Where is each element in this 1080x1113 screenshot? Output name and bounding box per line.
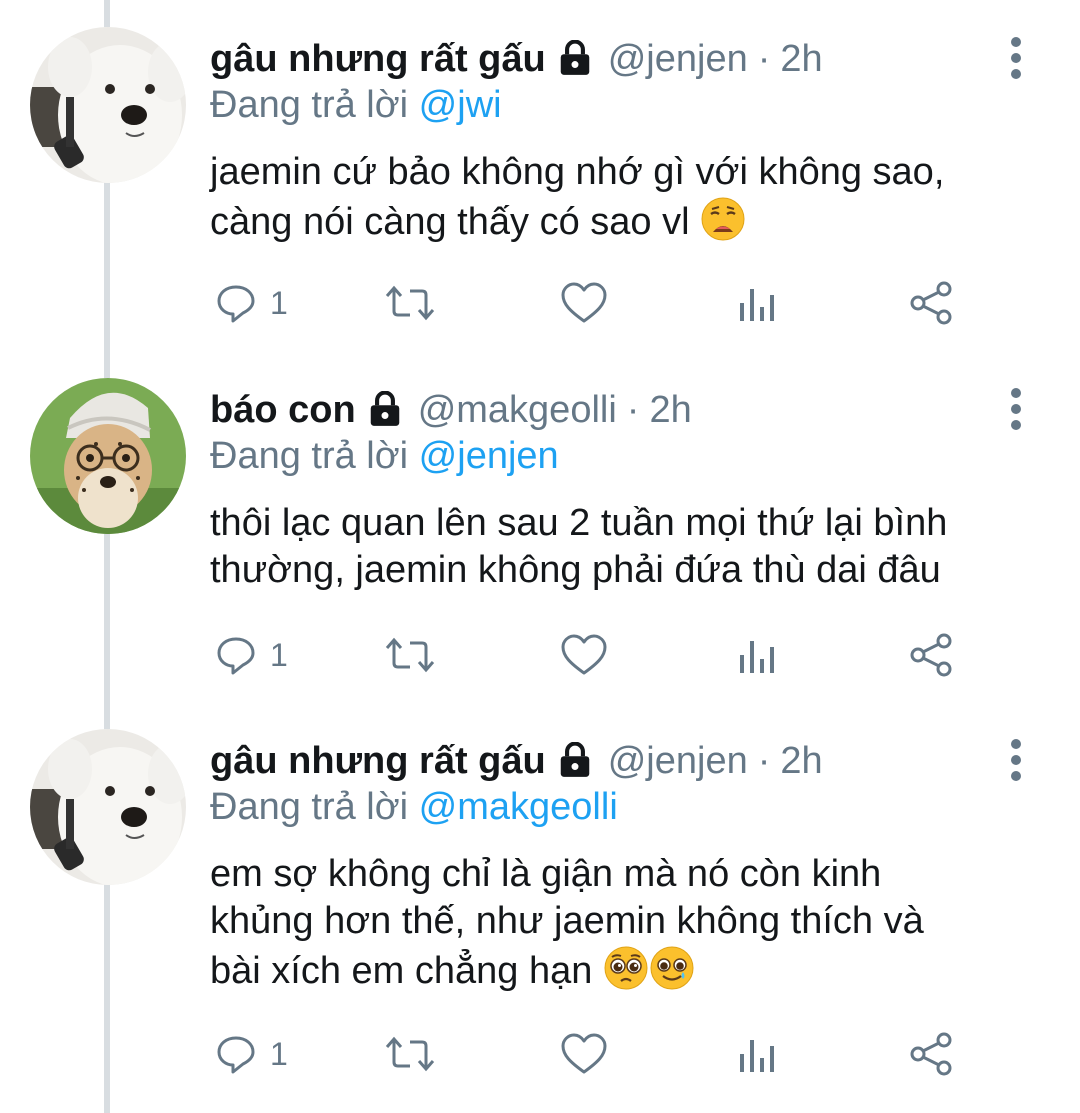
lock-icon	[560, 742, 589, 777]
pleading-face-emoji-icon	[604, 946, 648, 990]
reply-count: 1	[270, 636, 288, 673]
reply-count: 1	[270, 284, 288, 321]
analytics-button[interactable]	[737, 1024, 777, 1084]
avatar[interactable]	[30, 27, 186, 183]
white-dog-avatar-icon	[30, 27, 186, 183]
tweet-actions: 1	[0, 273, 1080, 333]
heart-icon	[561, 282, 607, 323]
replying-label: Đang trả lời	[210, 786, 409, 828]
analytics-icon	[740, 289, 774, 321]
handle[interactable]: @makgeolli	[418, 389, 617, 432]
analytics-icon	[740, 1040, 774, 1072]
analytics-button[interactable]	[737, 625, 777, 685]
tweet-text-line: thường, jaemin không phải đứa thù dai đâ…	[210, 549, 941, 591]
tweet-text: em sợ không chỉ là giận mà nó còn kinh k…	[210, 851, 1040, 995]
reply-icon	[217, 1036, 255, 1074]
replying-to: Đang trả lời @jenjen	[210, 435, 559, 478]
timestamp[interactable]: 2h	[780, 38, 822, 81]
separator-dot: ·	[626, 388, 640, 431]
retweet-icon	[385, 285, 435, 321]
tweet-text-segment: bài xích em chẳng hạn	[210, 950, 593, 992]
share-button[interactable]	[909, 1024, 955, 1084]
lock-icon	[370, 391, 399, 426]
reply-icon	[217, 637, 255, 675]
like-button[interactable]	[560, 625, 608, 685]
tweet-text-line: thôi lạc quan lên sau 2 tuần mọi thứ lại…	[210, 502, 948, 544]
retweet-icon	[385, 637, 435, 673]
weary-face-emoji-icon	[701, 197, 745, 241]
heart-icon	[561, 1033, 607, 1074]
timestamp[interactable]: 2h	[649, 389, 691, 432]
tweet-text-line: em sợ không chỉ là giận mà nó còn kinh	[210, 853, 882, 895]
mention-link[interactable]: @jwi	[419, 84, 502, 126]
tweet-text: thôi lạc quan lên sau 2 tuần mọi thứ lại…	[210, 500, 1040, 594]
replying-label: Đang trả lời	[210, 84, 409, 126]
tweet-actions: 1	[0, 1024, 1080, 1084]
tweet-text-line: jaemin cứ bảo không nhớ gì với không sao…	[210, 151, 945, 193]
tweet-header: báo con @makgeolli · 2h	[210, 387, 692, 433]
retweet-button[interactable]	[384, 1024, 436, 1084]
replying-to: Đang trả lời @jwi	[210, 84, 502, 127]
reply-button[interactable]: 1	[214, 273, 288, 333]
share-icon	[910, 633, 952, 677]
timestamp[interactable]: 2h	[780, 740, 822, 783]
reply-button[interactable]: 1	[214, 625, 288, 685]
separator-dot: ·	[757, 739, 771, 782]
replying-label: Đang trả lời	[210, 435, 409, 477]
lock-icon	[560, 40, 589, 75]
mention-link[interactable]: @jenjen	[419, 435, 559, 477]
white-dog-avatar-icon	[30, 729, 186, 885]
tweet-actions: 1	[0, 625, 1080, 685]
like-button[interactable]	[560, 1024, 608, 1084]
avatar[interactable]	[30, 378, 186, 534]
tweet-text-line: bài xích em chẳng hạn	[210, 945, 1040, 995]
reply-count: 1	[270, 1035, 288, 1072]
separator-dot: ·	[757, 37, 771, 80]
mention-link[interactable]: @makgeolli	[419, 786, 618, 828]
more-options-icon[interactable]	[1004, 36, 1028, 80]
more-options-icon[interactable]	[1004, 738, 1028, 782]
reply-icon	[217, 285, 255, 323]
replying-to: Đang trả lời @makgeolli	[210, 786, 618, 829]
analytics-button[interactable]	[737, 273, 777, 333]
handle[interactable]: @jenjen	[608, 38, 748, 81]
share-icon	[910, 1032, 952, 1076]
cheetah-cub-avatar-icon	[30, 378, 186, 534]
reply-button[interactable]: 1	[214, 1024, 288, 1084]
share-icon	[910, 281, 952, 325]
tweet-text-line: khủng hơn thế, như jaemin không thích và	[210, 900, 924, 942]
share-button[interactable]	[909, 625, 955, 685]
tweet-header: gâu nhưng rất gấu @jenjen · 2h	[210, 36, 823, 82]
tweet-text-line: càng nói càng thấy có sao vl	[210, 196, 1040, 246]
avatar[interactable]	[30, 729, 186, 885]
tweet-text-segment: càng nói càng thấy có sao vl	[210, 201, 690, 243]
display-name[interactable]: gâu nhưng rất gấu	[210, 38, 546, 81]
like-button[interactable]	[560, 273, 608, 333]
retweet-icon	[385, 1036, 435, 1072]
share-button[interactable]	[909, 273, 955, 333]
display-name[interactable]: báo con	[210, 389, 356, 432]
retweet-button[interactable]	[384, 273, 436, 333]
tweet-text: jaemin cứ bảo không nhớ gì với không sao…	[210, 149, 1040, 246]
analytics-icon	[740, 641, 774, 673]
handle[interactable]: @jenjen	[608, 740, 748, 783]
more-options-icon[interactable]	[1004, 387, 1028, 431]
heart-icon	[561, 634, 607, 675]
tweet-header: gâu nhưng rất gấu @jenjen · 2h	[210, 738, 823, 784]
smiling-face-with-tear-emoji-icon	[650, 946, 694, 990]
display-name[interactable]: gâu nhưng rất gấu	[210, 740, 546, 783]
retweet-button[interactable]	[384, 625, 436, 685]
